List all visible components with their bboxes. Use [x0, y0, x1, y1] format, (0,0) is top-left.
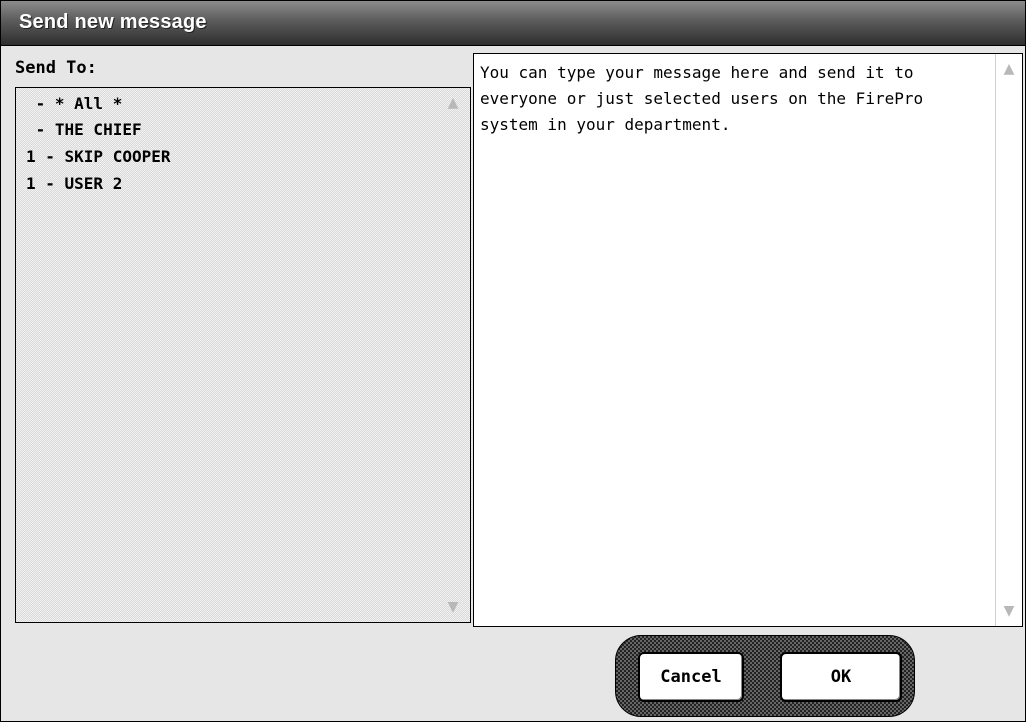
recipient-item-the-chief[interactable]: - THE CHIEF [26, 120, 142, 139]
send-message-dialog: Send new message Send To: - * All * - TH… [0, 0, 1026, 722]
message-textarea[interactable]: You can type your message here and send … [473, 53, 1023, 627]
dialog-button-group: Cancel OK [615, 635, 915, 717]
recipient-list[interactable]: - * All * - THE CHIEF 1 - SKIP COOPER 1 … [15, 87, 471, 623]
message-scrollbar[interactable]: ▲ ▼ [995, 54, 1022, 626]
message-scroll-up-icon[interactable]: ▲ [1000, 60, 1018, 78]
scroll-down-arrow-icon[interactable]: ▼ [444, 598, 462, 616]
window-title: Send new message [19, 11, 207, 33]
message-scroll-down-icon[interactable]: ▼ [1000, 602, 1018, 620]
send-to-label: Send To: [15, 58, 97, 78]
cancel-button[interactable]: Cancel [638, 652, 744, 702]
scroll-up-arrow-icon[interactable]: ▲ [444, 94, 462, 112]
message-body[interactable]: You can type your message here and send … [480, 60, 990, 138]
recipient-item-user-2[interactable]: 1 - USER 2 [26, 174, 122, 193]
title-bar[interactable]: Send new message [1, 1, 1025, 46]
recipient-item-skip-cooper[interactable]: 1 - SKIP COOPER [26, 147, 171, 166]
recipient-item-all[interactable]: - * All * [26, 94, 123, 113]
ok-button[interactable]: OK [780, 652, 902, 702]
